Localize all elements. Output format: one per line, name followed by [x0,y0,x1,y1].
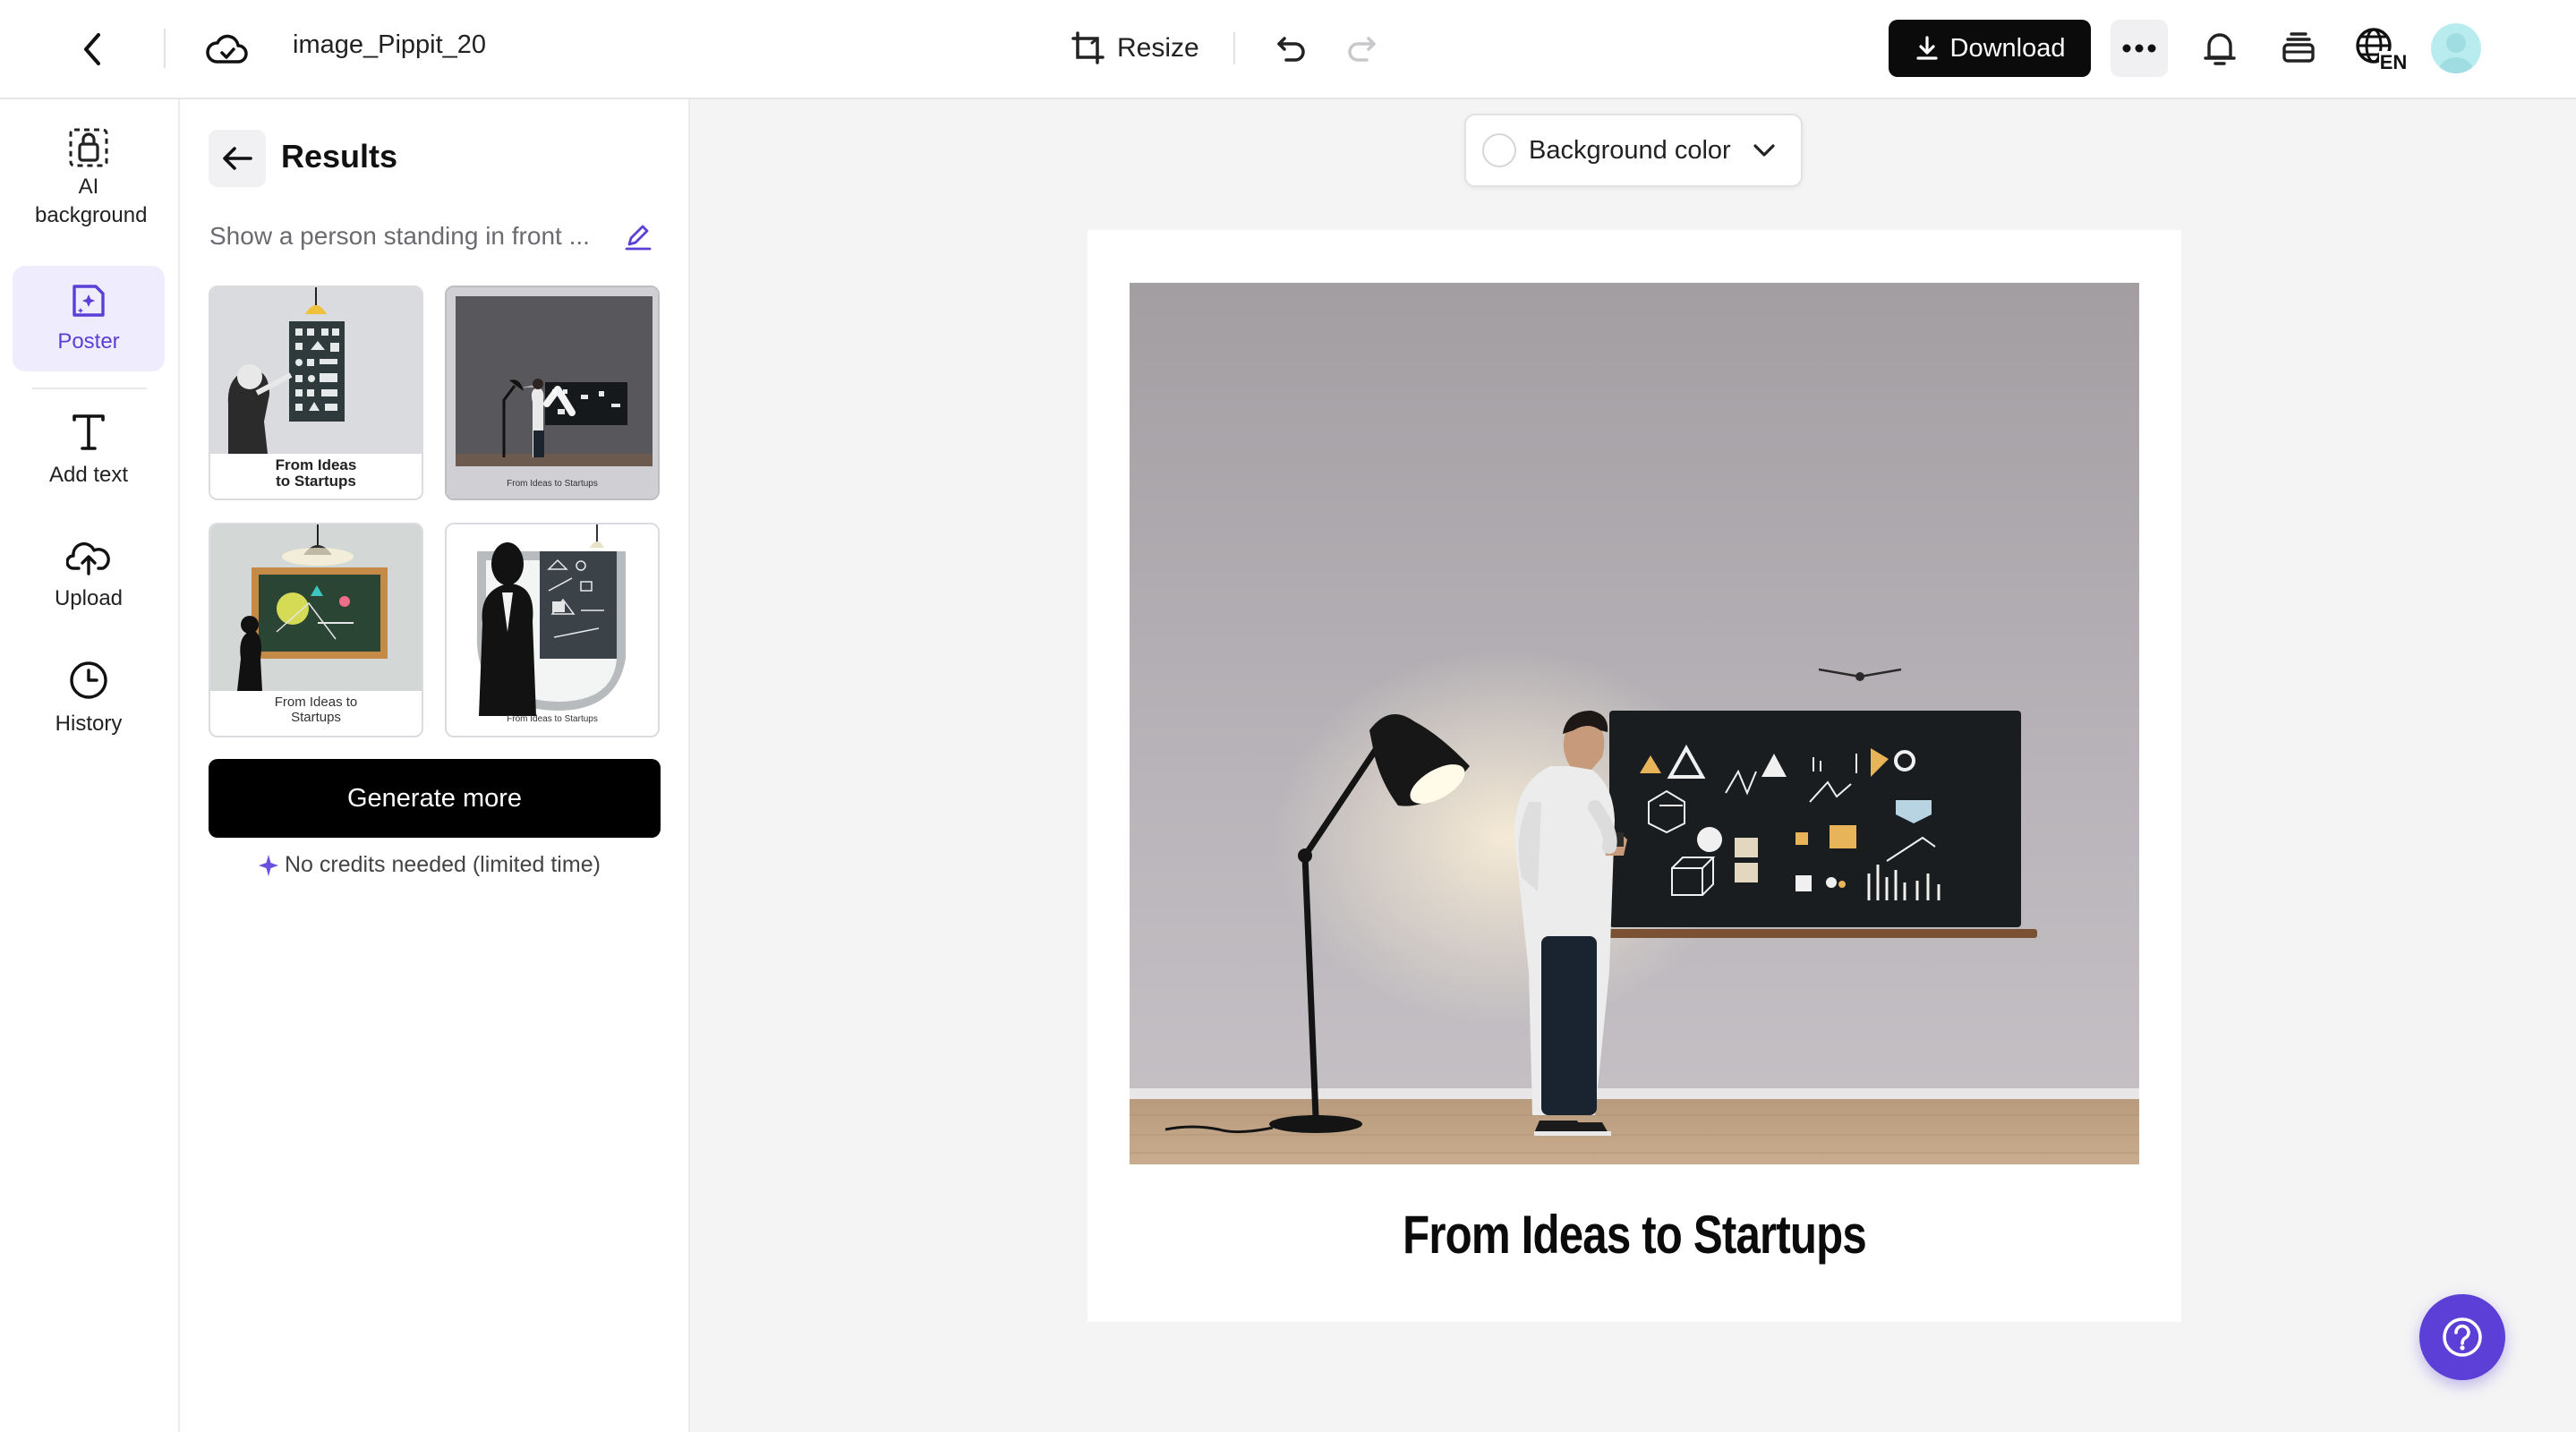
poster-icon [69,281,108,320]
file-name[interactable]: image_Pippit_20 [293,30,486,60]
language-badge: EN [2380,51,2408,72]
text-icon [71,413,107,452]
resize-icon [1070,30,1106,66]
layers-icon[interactable] [2275,25,2322,72]
download-button[interactable]: Download [1889,20,2091,77]
upload-icon [66,538,111,575]
result-thumbnail[interactable]: From Ideas to Startups [209,523,423,737]
ai-background-icon [67,126,110,169]
poster-title[interactable]: From Ideas to Startups [1186,1204,2083,1266]
generate-more-button[interactable]: Generate more [209,759,661,838]
thumbnail-caption: From Ideas to Startups [507,479,598,489]
bell-icon[interactable] [2196,25,2243,72]
background-color-label: Background color [1529,135,1731,165]
resize-label: Resize [1117,33,1199,63]
header-divider [164,29,166,68]
sidebar-item-label: Poster [57,329,120,354]
credits-note: No credits needed (limited time) [258,852,601,878]
sidebar-item-label: Upload [54,586,124,610]
redo-icon[interactable] [1339,27,1384,72]
sparkle-icon [258,854,279,877]
result-thumbnail[interactable]: From Ideas to Startups [209,286,423,500]
prompt-text: Show a person standing in front ... [209,222,590,250]
globe-language-icon[interactable]: EN [2352,23,2410,73]
resize-button[interactable]: Resize [1070,25,1199,72]
result-thumbnail[interactable]: From Ideas to Startups [445,286,660,500]
thumbnail-image [210,287,422,454]
result-thumbnail[interactable]: From Ideas to Startups [445,523,660,737]
thumbnail-image [210,524,422,691]
thumbnail-caption: From Ideas to Startups [275,456,357,490]
credits-text: No credits needed (limited time) [285,852,601,877]
history-icon [68,660,109,701]
poster-image[interactable] [1130,283,2139,1164]
more-options-button[interactable] [2111,20,2168,77]
help-icon [2440,1315,2485,1360]
arrow-left-icon [221,144,253,173]
background-color-dropdown[interactable]: Background color [1464,114,1803,187]
sidebar-item-poster[interactable]: Poster [13,266,165,371]
header-divider [1233,32,1235,64]
cloud-sync-icon[interactable] [202,27,252,72]
results-back-button[interactable] [209,130,266,187]
thumbnail-image [447,524,658,716]
chevron-down-icon [1753,143,1776,158]
thumbnail-caption: From Ideas to Startups [274,695,358,725]
sidebar-item-add-text[interactable]: Add text [13,413,165,502]
sidebar-item-label: Add text [48,463,129,487]
help-button[interactable] [2419,1294,2505,1380]
sidebar-item-label: History [55,712,123,736]
download-icon [1915,35,1940,62]
thumbnail-caption: From Ideas to Startups [507,714,598,724]
sidebar-item-upload[interactable]: Upload [13,538,165,624]
thumbnail-image [447,287,658,499]
sidebar-item-ai-background[interactable]: AI background [13,126,165,227]
color-swatch [1482,133,1516,167]
tool-rail: AI background Poster Add text Upload His… [0,99,180,1432]
edit-prompt-icon[interactable] [622,221,654,253]
sidebar-item-label: AI background [35,175,148,227]
top-bar: image_Pippit_20 Resize Download EN [0,0,2576,99]
download-label: Download [1949,33,2066,63]
results-title: Results [281,138,398,175]
undo-icon[interactable] [1269,27,1314,72]
back-chevron-icon[interactable] [70,27,115,72]
sidebar-item-history[interactable]: History [13,660,165,746]
more-icon [2121,44,2157,53]
rail-divider [32,388,147,389]
avatar[interactable] [2431,23,2481,73]
